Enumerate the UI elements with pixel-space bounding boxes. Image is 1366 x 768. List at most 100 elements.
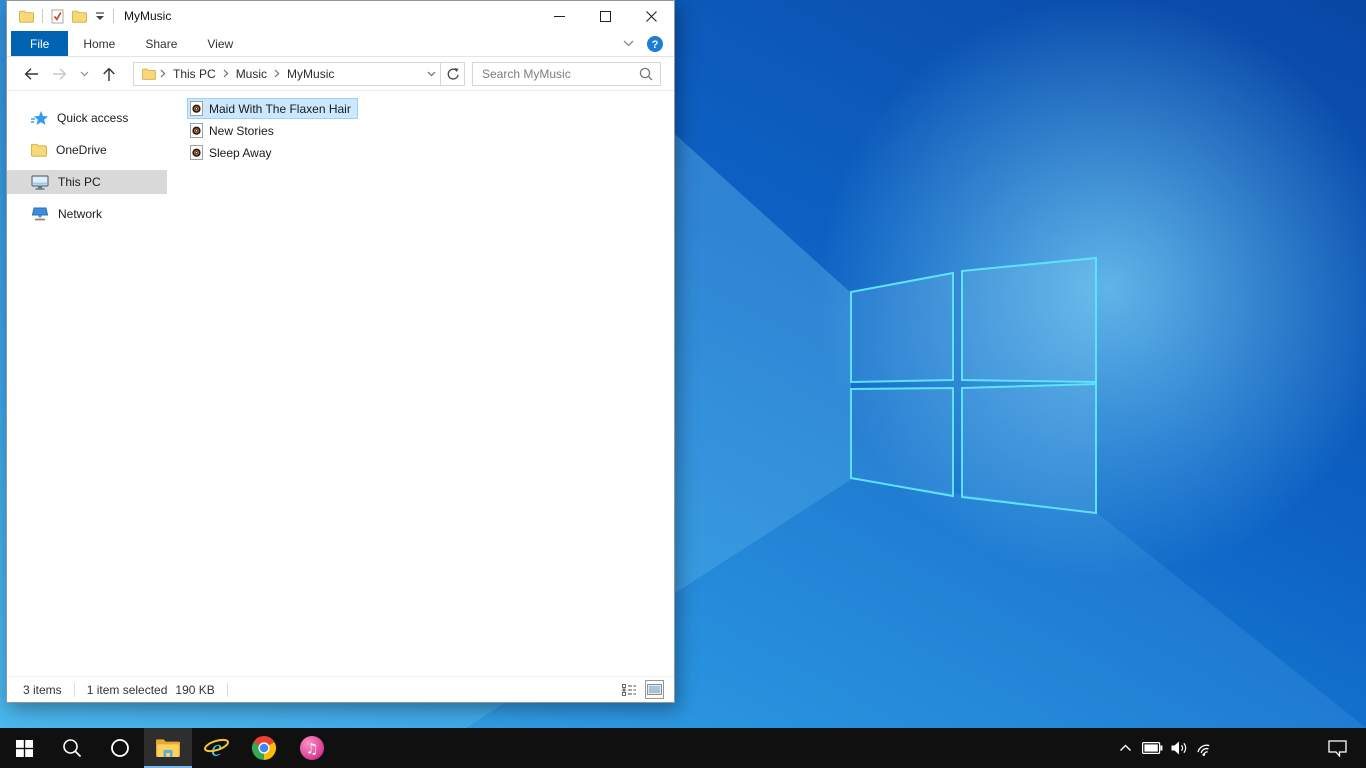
file-name: Sleep Away bbox=[209, 145, 272, 160]
chevron-right-icon bbox=[274, 69, 280, 78]
caption-buttons bbox=[536, 1, 674, 31]
tray-expand-chevron-icon bbox=[1119, 744, 1132, 752]
volume-button[interactable] bbox=[1166, 728, 1192, 768]
desktop: MyMusic File Home Share View ? This PC M… bbox=[0, 0, 1366, 768]
sidebar-item-label: Network bbox=[58, 207, 103, 221]
file-explorer-icon bbox=[155, 737, 181, 759]
sidebar-item-label: OneDrive bbox=[56, 143, 107, 157]
file-list: Maid With The Flaxen Hair New Stories Sl… bbox=[167, 91, 674, 676]
tray-empty-space bbox=[1220, 728, 1316, 768]
separator bbox=[113, 9, 114, 23]
thumbnails-view-button[interactable] bbox=[645, 680, 664, 699]
search-icon[interactable] bbox=[639, 67, 653, 81]
recent-locations-chevron-icon[interactable] bbox=[78, 63, 91, 85]
separator bbox=[73, 682, 75, 697]
search-box bbox=[472, 61, 661, 86]
tray-expand-button[interactable] bbox=[1112, 728, 1138, 768]
wifi-icon bbox=[1197, 740, 1215, 757]
address-dropdown-chevron-icon[interactable] bbox=[422, 71, 440, 77]
maximize-button[interactable] bbox=[582, 1, 628, 31]
sidebar-item-quick-access[interactable]: Quick access bbox=[7, 106, 167, 130]
properties-icon[interactable] bbox=[51, 9, 64, 24]
help-icon[interactable]: ? bbox=[647, 35, 663, 52]
network-icon bbox=[31, 207, 49, 221]
svg-text:?: ? bbox=[652, 39, 659, 51]
internet-explorer-button[interactable]: e bbox=[192, 728, 240, 768]
tab-share[interactable]: Share bbox=[130, 31, 192, 56]
tab-view[interactable]: View bbox=[192, 31, 248, 56]
breadcrumb-music[interactable]: Music bbox=[230, 67, 273, 81]
breadcrumb-this-pc[interactable]: This PC bbox=[167, 67, 222, 81]
tab-home[interactable]: Home bbox=[68, 31, 130, 56]
forward-button[interactable] bbox=[49, 63, 71, 85]
customize-quick-access-chevron-icon[interactable] bbox=[95, 11, 105, 21]
window-title: MyMusic bbox=[124, 9, 172, 23]
refresh-icon[interactable] bbox=[440, 62, 464, 85]
audio-file-icon bbox=[190, 123, 203, 138]
monitor-icon bbox=[31, 174, 49, 190]
svg-text:♫: ♫ bbox=[306, 742, 319, 758]
search-icon bbox=[62, 738, 82, 758]
itunes-icon: ♫ bbox=[299, 735, 325, 761]
sidebar-item-onedrive[interactable]: OneDrive bbox=[7, 138, 167, 162]
sidebar-item-network[interactable]: Network bbox=[7, 202, 167, 226]
ribbon-right-controls: ? bbox=[623, 31, 674, 56]
folder-icon bbox=[31, 143, 47, 157]
folder-icon[interactable] bbox=[19, 10, 34, 23]
breadcrumb-mymusic[interactable]: MyMusic bbox=[281, 67, 340, 81]
audio-file-icon bbox=[190, 145, 203, 160]
breadcrumb: This PC Music MyMusic bbox=[134, 67, 422, 81]
start-icon bbox=[15, 739, 33, 757]
sidebar-item-label: This PC bbox=[58, 175, 101, 189]
chevron-right-icon bbox=[223, 69, 229, 78]
cortana-icon bbox=[110, 738, 130, 758]
up-button[interactable] bbox=[98, 63, 120, 85]
title-bar: MyMusic bbox=[7, 1, 674, 31]
new-folder-icon[interactable] bbox=[72, 10, 87, 23]
file-name: Maid With The Flaxen Hair bbox=[209, 101, 351, 116]
volume-icon bbox=[1171, 741, 1188, 755]
navigation-pane: Quick access OneDrive This PC Network bbox=[7, 91, 167, 676]
search-input[interactable] bbox=[480, 65, 639, 82]
folder-icon bbox=[142, 68, 156, 80]
ribbon-tab-bar: File Home Share View ? bbox=[7, 31, 674, 57]
status-selection: 1 item selected bbox=[86, 682, 168, 697]
sidebar-item-label: Quick access bbox=[57, 111, 129, 125]
chevron-right-icon bbox=[160, 69, 166, 78]
quick-access-toolbar: MyMusic bbox=[7, 9, 171, 24]
taskbar-search-button[interactable] bbox=[48, 728, 96, 768]
taskbar-file-explorer-button[interactable] bbox=[144, 728, 192, 768]
internet-explorer-icon: e bbox=[203, 735, 230, 762]
sidebar-item-this-pc[interactable]: This PC bbox=[7, 170, 167, 194]
taskbar: e ♫ bbox=[0, 728, 1366, 768]
tab-file[interactable]: File bbox=[11, 31, 69, 56]
chrome-icon bbox=[251, 735, 277, 761]
file-row[interactable]: Maid With The Flaxen Hair bbox=[187, 98, 358, 119]
close-button[interactable] bbox=[628, 1, 674, 31]
expand-ribbon-chevron-icon[interactable] bbox=[623, 40, 634, 47]
status-bar: 3 items 1 item selected 190 KB bbox=[7, 676, 674, 702]
system-tray bbox=[1112, 728, 1366, 768]
file-explorer-window: MyMusic File Home Share View ? This PC M… bbox=[6, 0, 675, 703]
wifi-button[interactable] bbox=[1192, 728, 1220, 768]
cortana-button[interactable] bbox=[96, 728, 144, 768]
battery-button[interactable] bbox=[1138, 728, 1166, 768]
file-row[interactable]: Sleep Away bbox=[187, 142, 279, 163]
back-button[interactable] bbox=[20, 63, 42, 85]
separator bbox=[226, 682, 228, 697]
quick-access-star-icon bbox=[31, 110, 48, 126]
status-selection-size: 190 KB bbox=[175, 682, 215, 697]
action-center-icon bbox=[1327, 739, 1347, 757]
separator bbox=[42, 9, 43, 23]
battery-icon bbox=[1141, 742, 1163, 754]
file-row[interactable]: New Stories bbox=[187, 120, 281, 141]
details-view-button[interactable] bbox=[619, 680, 638, 699]
view-toggles bbox=[619, 680, 664, 699]
address-bar[interactable]: This PC Music MyMusic bbox=[133, 61, 465, 86]
action-center-button[interactable] bbox=[1316, 728, 1358, 768]
minimize-button[interactable] bbox=[536, 1, 582, 31]
start-button[interactable] bbox=[0, 728, 48, 768]
chrome-button[interactable] bbox=[240, 728, 288, 768]
audio-file-icon bbox=[190, 101, 203, 116]
itunes-button[interactable]: ♫ bbox=[288, 728, 336, 768]
